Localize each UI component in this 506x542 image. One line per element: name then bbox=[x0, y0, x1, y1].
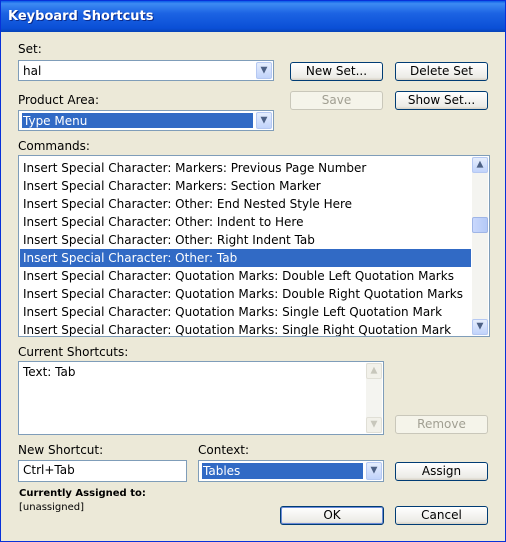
commands-list[interactable]: Insert Special Character: Markers: Previ… bbox=[18, 155, 490, 337]
scroll-down-arrow-icon[interactable]: ▼ bbox=[366, 417, 382, 433]
save-button[interactable]: Save bbox=[290, 91, 383, 110]
current-shortcuts-scrollbar[interactable]: ▲ ▼ bbox=[366, 363, 382, 433]
current-shortcuts-list[interactable]: Text: Tab ▲ ▼ bbox=[18, 361, 384, 435]
currently-assigned-value: [unassigned] bbox=[19, 502, 84, 513]
current-shortcuts-label: Current Shortcuts: bbox=[18, 345, 129, 359]
set-dropdown-value: hal bbox=[23, 64, 42, 78]
command-item[interactable]: Insert Special Character: Quotation Mark… bbox=[20, 267, 471, 285]
chevron-down-icon[interactable]: ▼ bbox=[256, 62, 272, 79]
assign-button[interactable]: Assign bbox=[395, 462, 488, 481]
cancel-button[interactable]: Cancel bbox=[395, 506, 488, 525]
product-area-dropdown[interactable]: Type Menu ▼ bbox=[18, 110, 274, 131]
product-area-value: Type Menu bbox=[22, 113, 253, 128]
currently-assigned-label: Currently Assigned to: bbox=[19, 488, 146, 499]
command-item[interactable]: Insert Special Character: Markers: Secti… bbox=[20, 177, 471, 195]
delete-set-button[interactable]: Delete Set bbox=[395, 62, 488, 81]
remove-button[interactable]: Remove bbox=[395, 415, 488, 434]
show-set-button[interactable]: Show Set... bbox=[395, 91, 488, 110]
command-item[interactable]: Insert Special Character: Quotation Mark… bbox=[20, 285, 471, 303]
dialog-title: Keyboard Shortcuts bbox=[8, 9, 154, 24]
context-value: Tables bbox=[202, 463, 363, 479]
new-shortcut-label: New Shortcut: bbox=[18, 443, 104, 457]
ok-button[interactable]: OK bbox=[280, 506, 384, 525]
set-dropdown[interactable]: hal ▼ bbox=[18, 60, 274, 81]
command-item[interactable]: Insert Special Character: Other: Right I… bbox=[20, 231, 471, 249]
shortcut-item[interactable]: Text: Tab bbox=[20, 363, 365, 381]
command-item[interactable]: Insert Special Character: Markers: Previ… bbox=[20, 159, 471, 177]
context-dropdown[interactable]: Tables ▼ bbox=[198, 460, 384, 482]
new-shortcut-input[interactable]: Ctrl+Tab bbox=[18, 460, 187, 482]
command-item[interactable]: Insert Special Character: Quotation Mark… bbox=[20, 303, 471, 321]
command-item[interactable]: Insert Special Character: Other: End Nes… bbox=[20, 195, 471, 213]
scroll-down-arrow-icon[interactable]: ▼ bbox=[472, 319, 488, 335]
command-item[interactable]: Insert Special Character: Quotation Mark… bbox=[20, 321, 471, 336]
set-label: Set: bbox=[18, 42, 42, 56]
scroll-up-arrow-icon[interactable]: ▲ bbox=[366, 363, 382, 379]
chevron-down-icon[interactable]: ▼ bbox=[366, 462, 382, 480]
keyboard-shortcuts-dialog: Keyboard Shortcuts Set: hal ▼ New Set...… bbox=[0, 0, 506, 542]
chevron-down-icon[interactable]: ▼ bbox=[256, 112, 272, 129]
commands-label: Commands: bbox=[18, 139, 90, 153]
scrollbar-thumb[interactable] bbox=[472, 217, 488, 233]
title-bar[interactable]: Keyboard Shortcuts bbox=[1, 1, 505, 32]
command-item[interactable]: Insert Special Character: Other: Indent … bbox=[20, 213, 471, 231]
commands-scrollbar[interactable]: ▲ ▼ bbox=[472, 157, 488, 335]
product-area-label: Product Area: bbox=[18, 93, 100, 107]
context-label: Context: bbox=[198, 443, 250, 457]
scroll-up-arrow-icon[interactable]: ▲ bbox=[472, 157, 488, 173]
new-set-button[interactable]: New Set... bbox=[290, 62, 383, 81]
command-item-selected[interactable]: Insert Special Character: Other: Tab bbox=[20, 249, 471, 267]
